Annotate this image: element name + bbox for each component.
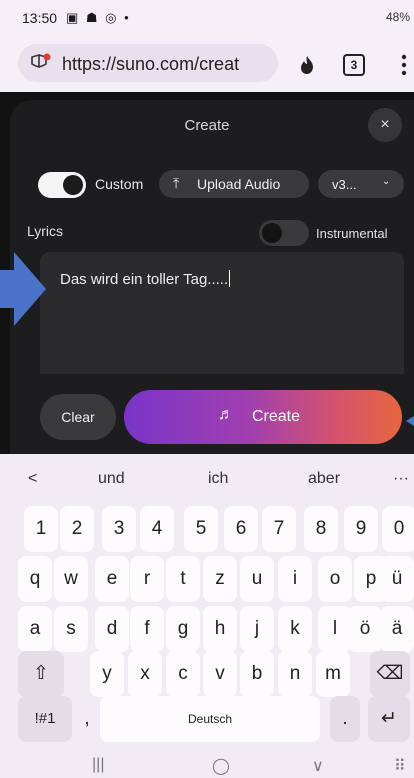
key-l[interactable]: l (318, 606, 352, 652)
suggestion-word[interactable]: und (98, 470, 125, 488)
create-label: Create (252, 408, 301, 425)
key-m[interactable]: m (316, 651, 350, 697)
key-k[interactable]: k (278, 606, 312, 652)
key-z[interactable]: z (203, 556, 237, 602)
annotation-marker-icon (406, 416, 414, 426)
key-3[interactable]: 3 (102, 506, 136, 552)
key-a-umlaut[interactable]: ä (380, 606, 414, 652)
create-button[interactable]: ♬ Create (124, 390, 402, 444)
key-n[interactable]: n (278, 651, 312, 697)
custom-label: Custom (95, 176, 144, 192)
key-a[interactable]: a (18, 606, 52, 652)
battery-percent: 48% (385, 10, 410, 24)
suggestion-word[interactable]: ich (208, 470, 228, 488)
key-t[interactable]: t (166, 556, 200, 602)
key-2[interactable]: 2 (60, 506, 94, 552)
key-0[interactable]: 0 (382, 506, 414, 552)
system-nav-bar: ||| ◯ ∨ ⠿ (0, 752, 414, 778)
key-c[interactable]: c (166, 651, 200, 697)
key-w[interactable]: w (54, 556, 88, 602)
key-4[interactable]: 4 (140, 506, 174, 552)
instrumental-label: Instrumental (316, 226, 388, 241)
status-bar: 13:50 ▣ ☗ ◎ • 48% (0, 0, 414, 36)
model-version-select[interactable]: v3... ⌄ (318, 170, 404, 198)
key-r[interactable]: r (130, 556, 164, 602)
key-g[interactable]: g (166, 606, 200, 652)
key-7[interactable]: 7 (262, 506, 296, 552)
keyboard-grid-icon[interactable]: ⠿ (394, 756, 406, 776)
upload-audio-button[interactable]: ⤒ Upload Audio (159, 170, 309, 198)
key-s[interactable]: s (54, 606, 88, 652)
close-button[interactable]: × (368, 108, 402, 142)
notification-icons: ▣ ☗ ◎ • (66, 10, 131, 25)
key-u[interactable]: u (240, 556, 274, 602)
key-d[interactable]: d (95, 606, 129, 652)
key-9[interactable]: 9 (344, 506, 378, 552)
panel-title: Create (184, 117, 230, 134)
recents-icon[interactable]: ||| (92, 756, 104, 774)
lyrics-textarea[interactable]: Das wird ein toller Tag..... (40, 252, 404, 374)
instrumental-toggle[interactable] (259, 220, 309, 246)
flame-icon[interactable] (296, 54, 318, 76)
lyrics-text: Das wird ein toller Tag..... (60, 271, 229, 288)
clear-button[interactable]: Clear (40, 394, 116, 440)
toggle-knob (262, 223, 282, 243)
symbols-key[interactable]: !#1 (18, 696, 72, 742)
key-b[interactable]: b (240, 651, 274, 697)
enter-key[interactable]: ↵ (368, 696, 410, 742)
browser-toolbar: https://suno.com/creat 3 (0, 36, 414, 92)
key-u-umlaut[interactable]: ü (380, 556, 414, 602)
key-f[interactable]: f (130, 606, 164, 652)
period-key[interactable]: . (330, 696, 360, 742)
key-o-umlaut[interactable]: ö (348, 606, 382, 652)
key-x[interactable]: x (128, 651, 162, 697)
status-time: 13:50 (22, 10, 58, 26)
address-bar[interactable]: https://suno.com/creat (18, 44, 278, 82)
key-1[interactable]: 1 (24, 506, 58, 552)
version-label: v3... (332, 177, 357, 192)
key-i[interactable]: i (278, 556, 312, 602)
key-v[interactable]: v (203, 651, 237, 697)
backspace-key[interactable]: ⌫ (370, 651, 410, 697)
upload-icon: ⤒ (173, 175, 180, 191)
custom-toggle[interactable] (38, 172, 86, 198)
key-o[interactable]: o (318, 556, 352, 602)
tab-switcher-button[interactable]: 3 (343, 54, 365, 76)
key-q[interactable]: q (18, 556, 52, 602)
more-suggestions-icon[interactable]: ··· (393, 470, 409, 488)
key-5[interactable]: 5 (184, 506, 218, 552)
shift-key[interactable]: ⇧ (18, 651, 64, 697)
key-y[interactable]: y (90, 651, 124, 697)
upload-audio-label: Upload Audio (197, 176, 281, 192)
key-j[interactable]: j (240, 606, 274, 652)
site-settings-icon[interactable] (30, 53, 52, 73)
suno-create-page: Create × Custom ⤒ Upload Audio v3... ⌄ L… (0, 92, 414, 454)
text-cursor (229, 270, 231, 287)
back-icon[interactable]: ∨ (312, 756, 324, 776)
toggle-knob (63, 175, 83, 195)
suggestion-back-icon[interactable]: < (28, 470, 37, 488)
lyrics-label: Lyrics (27, 223, 64, 239)
music-note-icon: ♬ (218, 406, 234, 423)
suggestion-bar: < und ich aber ··· (0, 454, 414, 500)
key-h[interactable]: h (203, 606, 237, 652)
home-icon[interactable]: ◯ (212, 756, 230, 776)
key-8[interactable]: 8 (304, 506, 338, 552)
suggestion-word[interactable]: aber (308, 470, 340, 488)
annotation-arrow-icon (0, 252, 46, 326)
chevron-down-icon: ⌄ (382, 176, 391, 187)
more-menu-icon[interactable] (400, 52, 408, 78)
url-text[interactable]: https://suno.com/creat (62, 54, 270, 75)
space-key[interactable]: Deutsch (100, 696, 320, 742)
on-screen-keyboard: < und ich aber ··· 1 2 3 4 5 6 7 8 9 0 q… (0, 454, 414, 778)
key-6[interactable]: 6 (224, 506, 258, 552)
key-e[interactable]: e (95, 556, 129, 602)
comma-key[interactable]: , (80, 696, 94, 742)
